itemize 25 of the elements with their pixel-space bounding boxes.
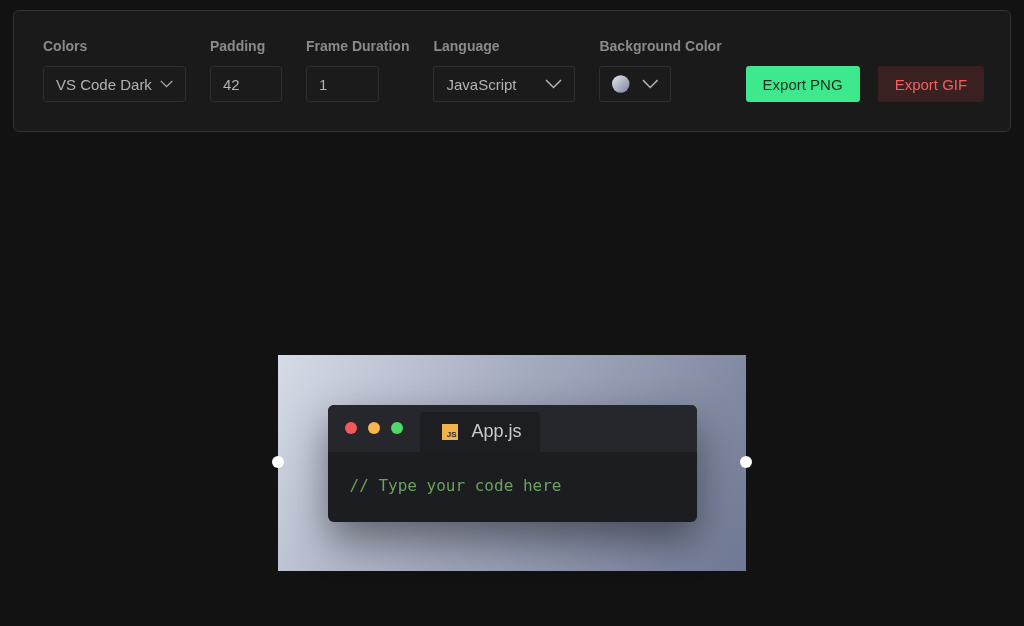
export-gif-button[interactable]: Export GIF xyxy=(877,66,985,102)
minimize-dot-icon xyxy=(367,422,380,434)
field-label: Language xyxy=(433,37,501,55)
input-field[interactable]: 1 xyxy=(306,66,379,102)
chevron-down-icon xyxy=(159,79,173,89)
field-label: Frame Duration xyxy=(306,37,410,55)
dropdown[interactable]: VS Code Dark xyxy=(43,66,186,102)
resize-handle[interactable] xyxy=(740,456,752,468)
chevron-down-icon xyxy=(545,79,563,89)
export-png-button[interactable]: Export PNG xyxy=(745,66,860,102)
resize-handle[interactable] xyxy=(272,456,284,468)
code-comment: // Type your code here xyxy=(348,474,563,497)
js-file-icon: JS xyxy=(441,423,458,440)
color-swatch-icon xyxy=(612,75,630,93)
tab-title: App.js xyxy=(471,421,522,442)
file-tab[interactable]: JS App.js xyxy=(419,411,540,452)
field-label: Colors xyxy=(43,37,89,55)
close-dot-icon xyxy=(344,422,357,434)
maximize-dot-icon xyxy=(390,422,403,434)
field-label: Background Color xyxy=(599,37,722,55)
field-label: Padding xyxy=(210,37,267,55)
color-picker[interactable] xyxy=(599,66,672,102)
chevron-down-icon xyxy=(641,79,659,89)
dropdown[interactable]: JavaScript xyxy=(433,66,576,102)
input-field[interactable]: 42 xyxy=(210,66,282,102)
